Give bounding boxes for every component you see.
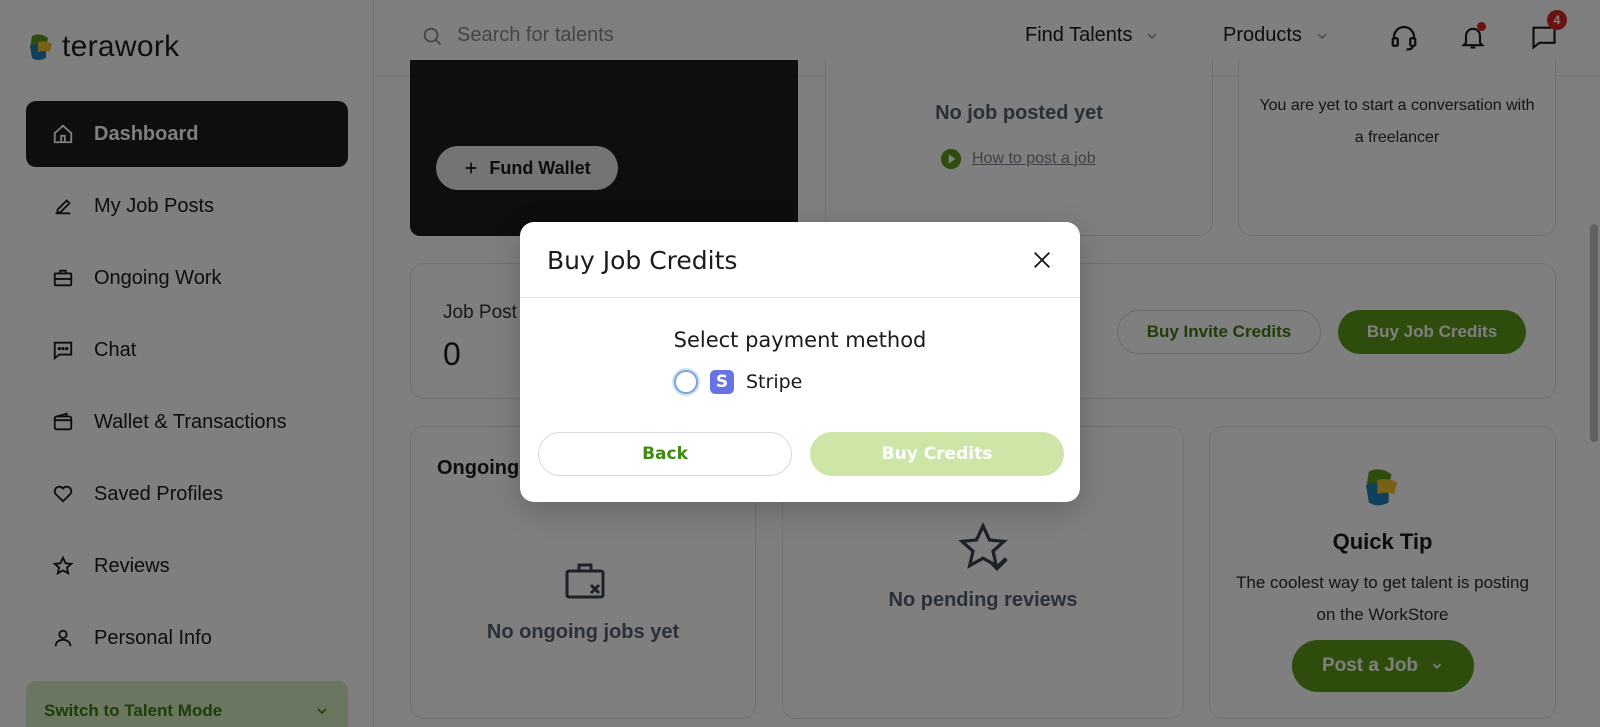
close-icon [1034, 252, 1050, 268]
payment-method-title: Select payment method [673, 328, 927, 352]
buy-job-credits-modal: Buy Job Credits Select payment method S … [520, 222, 1080, 502]
close-button[interactable] [1030, 248, 1054, 272]
stripe-logo-icon: S [710, 370, 734, 394]
back-button[interactable]: Back [538, 432, 792, 476]
stripe-radio[interactable] [674, 370, 698, 394]
buy-credits-button[interactable]: Buy Credits [810, 432, 1064, 476]
modal-title: Buy Job Credits [547, 246, 738, 275]
stripe-label: Stripe [746, 371, 803, 393]
payment-option-stripe[interactable]: S Stripe [674, 370, 802, 394]
modal-header: Buy Job Credits [520, 222, 1080, 298]
